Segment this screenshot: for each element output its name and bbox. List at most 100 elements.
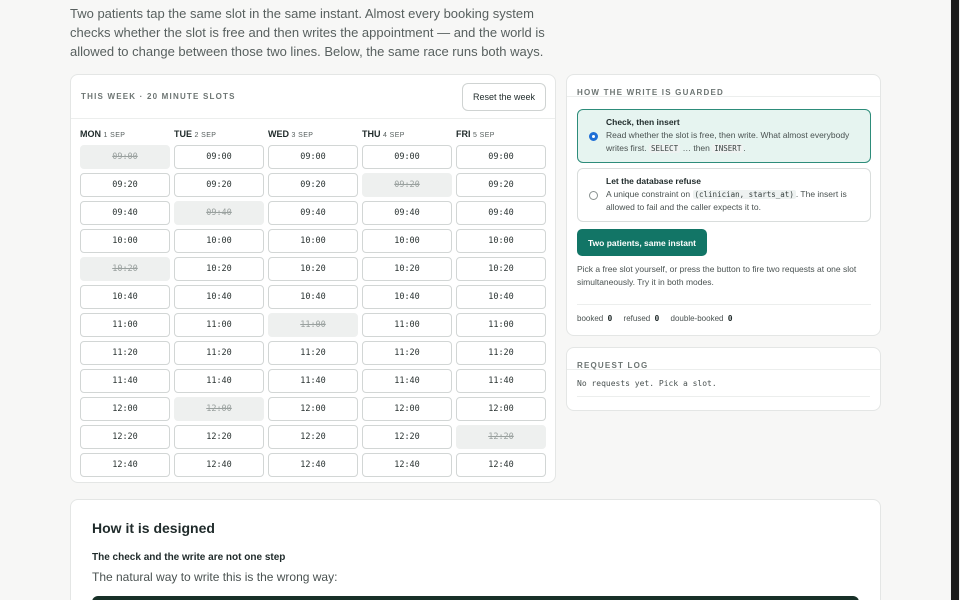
booked-label: booked <box>577 314 604 323</box>
slot-button[interactable]: 10:40 <box>80 285 170 309</box>
code-insert: INSERT <box>712 144 744 153</box>
slot-button[interactable]: 09:00 <box>456 145 546 169</box>
reset-week-button[interactable]: Reset the week <box>461 82 546 111</box>
slot-button[interactable]: 11:40 <box>362 369 452 393</box>
radio-database-refuse[interactable] <box>589 191 598 200</box>
slot-button[interactable]: 09:40 <box>362 201 452 225</box>
day-header: FRI 5 SEP <box>456 127 546 141</box>
day-date: 2 SEP <box>194 132 217 139</box>
day-date: 3 SEP <box>291 132 314 139</box>
double-booked-label: double-booked <box>670 314 724 323</box>
slot-button[interactable]: 10:40 <box>268 285 358 309</box>
slot-button[interactable]: 10:00 <box>456 229 546 253</box>
slot-button[interactable]: 11:40 <box>80 369 170 393</box>
slot-button[interactable]: 11:40 <box>456 369 546 393</box>
slot-button[interactable]: 11:00 <box>362 313 452 337</box>
slot-button[interactable]: 09:00 <box>174 145 264 169</box>
slot-button[interactable]: 09:40 <box>80 201 170 225</box>
code-unique-constraint: (clinician, starts_at) <box>692 190 796 199</box>
slot-taken: 09:40 <box>174 201 264 225</box>
slot-button[interactable]: 11:00 <box>456 313 546 337</box>
option-description: Read whether the slot is free, then writ… <box>606 129 862 155</box>
day-header: THU 4 SEP <box>362 127 452 141</box>
slot-button[interactable]: 11:00 <box>174 313 264 337</box>
slot-button[interactable]: 12:20 <box>80 425 170 449</box>
slot-button[interactable]: 12:40 <box>456 453 546 477</box>
slot-button[interactable]: 12:40 <box>80 453 170 477</box>
slot-button[interactable]: 09:20 <box>174 173 264 197</box>
slot-button[interactable]: 12:20 <box>174 425 264 449</box>
scrollbar-track[interactable] <box>950 0 960 600</box>
refused-count: 0 <box>654 314 660 323</box>
slot-button[interactable]: 12:40 <box>268 453 358 477</box>
slot-taken: 09:00 <box>80 145 170 169</box>
slot-taken: 12:00 <box>174 397 264 421</box>
slot-button[interactable]: 10:20 <box>456 257 546 281</box>
day-date: 1 SEP <box>103 132 126 139</box>
slot-button[interactable]: 11:20 <box>456 341 546 365</box>
slot-button[interactable]: 12:00 <box>362 397 452 421</box>
slot-button[interactable]: 12:20 <box>362 425 452 449</box>
slot-button[interactable]: 09:40 <box>268 201 358 225</box>
day-header: TUE 2 SEP <box>174 127 264 141</box>
slot-button[interactable]: 12:40 <box>362 453 452 477</box>
slot-button[interactable]: 11:40 <box>174 369 264 393</box>
double-booked-count: 0 <box>727 314 733 323</box>
slot-button[interactable]: 09:20 <box>268 173 358 197</box>
design-title: How it is designed <box>92 520 215 536</box>
slot-button[interactable]: 12:00 <box>80 397 170 421</box>
week-calendar-panel: THIS WEEK · 20 MINUTE SLOTS Reset the we… <box>70 74 556 483</box>
refused-label: refused <box>623 314 651 323</box>
day-header: MON 1 SEP <box>80 127 170 141</box>
day-column-thu: THU 4 SEP 09:00 09:20 09:40 10:00 10:20 10:40 1… <box>362 127 452 477</box>
design-section: How it is designed The check and the wri… <box>70 499 881 600</box>
slot-button[interactable]: 09:00 <box>362 145 452 169</box>
code-select: SELECT <box>649 144 681 153</box>
slot-button[interactable]: 10:20 <box>362 257 452 281</box>
slot-button[interactable]: 12:20 <box>268 425 358 449</box>
scrollbar-thumb[interactable] <box>951 0 959 600</box>
slot-taken: 11:00 <box>268 313 358 337</box>
option-title: Let the database refuse <box>606 176 701 186</box>
slot-button[interactable]: 12:40 <box>174 453 264 477</box>
slot-button[interactable]: 10:00 <box>362 229 452 253</box>
design-subtitle: The check and the write are not one step <box>92 552 286 563</box>
day-name: TUE <box>174 129 192 139</box>
mode-option-database-refuse[interactable]: Let the database refuse A unique constra… <box>577 168 871 222</box>
slot-button[interactable]: 10:20 <box>174 257 264 281</box>
slot-button[interactable]: 11:20 <box>174 341 264 365</box>
hint-text: Pick a free slot yourself, or press the … <box>577 264 857 287</box>
slot-button[interactable]: 10:40 <box>362 285 452 309</box>
slot-button[interactable]: 10:00 <box>174 229 264 253</box>
slot-button[interactable]: 10:00 <box>80 229 170 253</box>
slot-button[interactable]: 09:20 <box>456 173 546 197</box>
slot-button[interactable]: 12:00 <box>268 397 358 421</box>
slot-button[interactable]: 09:20 <box>80 173 170 197</box>
log-empty-message: No requests yet. Pick a slot. <box>577 379 870 397</box>
slot-button[interactable]: 09:40 <box>456 201 546 225</box>
slot-button[interactable]: 11:20 <box>80 341 170 365</box>
design-text: The natural way to write this is the wro… <box>92 570 338 584</box>
slot-button[interactable]: 10:00 <box>268 229 358 253</box>
slot-button[interactable]: 09:00 <box>268 145 358 169</box>
slot-button[interactable]: 11:20 <box>268 341 358 365</box>
slot-button[interactable]: 10:40 <box>174 285 264 309</box>
slot-button[interactable]: 11:40 <box>268 369 358 393</box>
day-column-tue: TUE 2 SEP 09:00 09:20 09:40 10:00 10:20 10:40 1… <box>174 127 264 477</box>
option-desc-text: . <box>743 143 746 153</box>
guard-header: HOW THE WRITE IS GUARDED <box>567 75 880 97</box>
race-trigger-button[interactable]: Two patients, same instant <box>577 229 708 256</box>
slot-taken: 10:20 <box>80 257 170 281</box>
slot-button[interactable]: 11:00 <box>80 313 170 337</box>
slot-button[interactable]: 11:20 <box>362 341 452 365</box>
mode-option-check-then-insert[interactable]: Check, then insert Read whether the slot… <box>577 109 871 163</box>
day-name: THU <box>362 129 381 139</box>
radio-check-then-insert[interactable] <box>589 132 598 141</box>
slot-button[interactable]: 10:40 <box>456 285 546 309</box>
slot-button[interactable]: 12:00 <box>456 397 546 421</box>
day-header: WED 3 SEP <box>268 127 358 141</box>
day-date: 4 SEP <box>383 132 405 139</box>
slot-button[interactable]: 10:20 <box>268 257 358 281</box>
guard-mode-panel: HOW THE WRITE IS GUARDED Check, then ins… <box>566 74 881 336</box>
day-column-mon: MON 1 SEP 09:00 09:20 09:40 10:00 10:20 10:40 1… <box>80 127 170 477</box>
